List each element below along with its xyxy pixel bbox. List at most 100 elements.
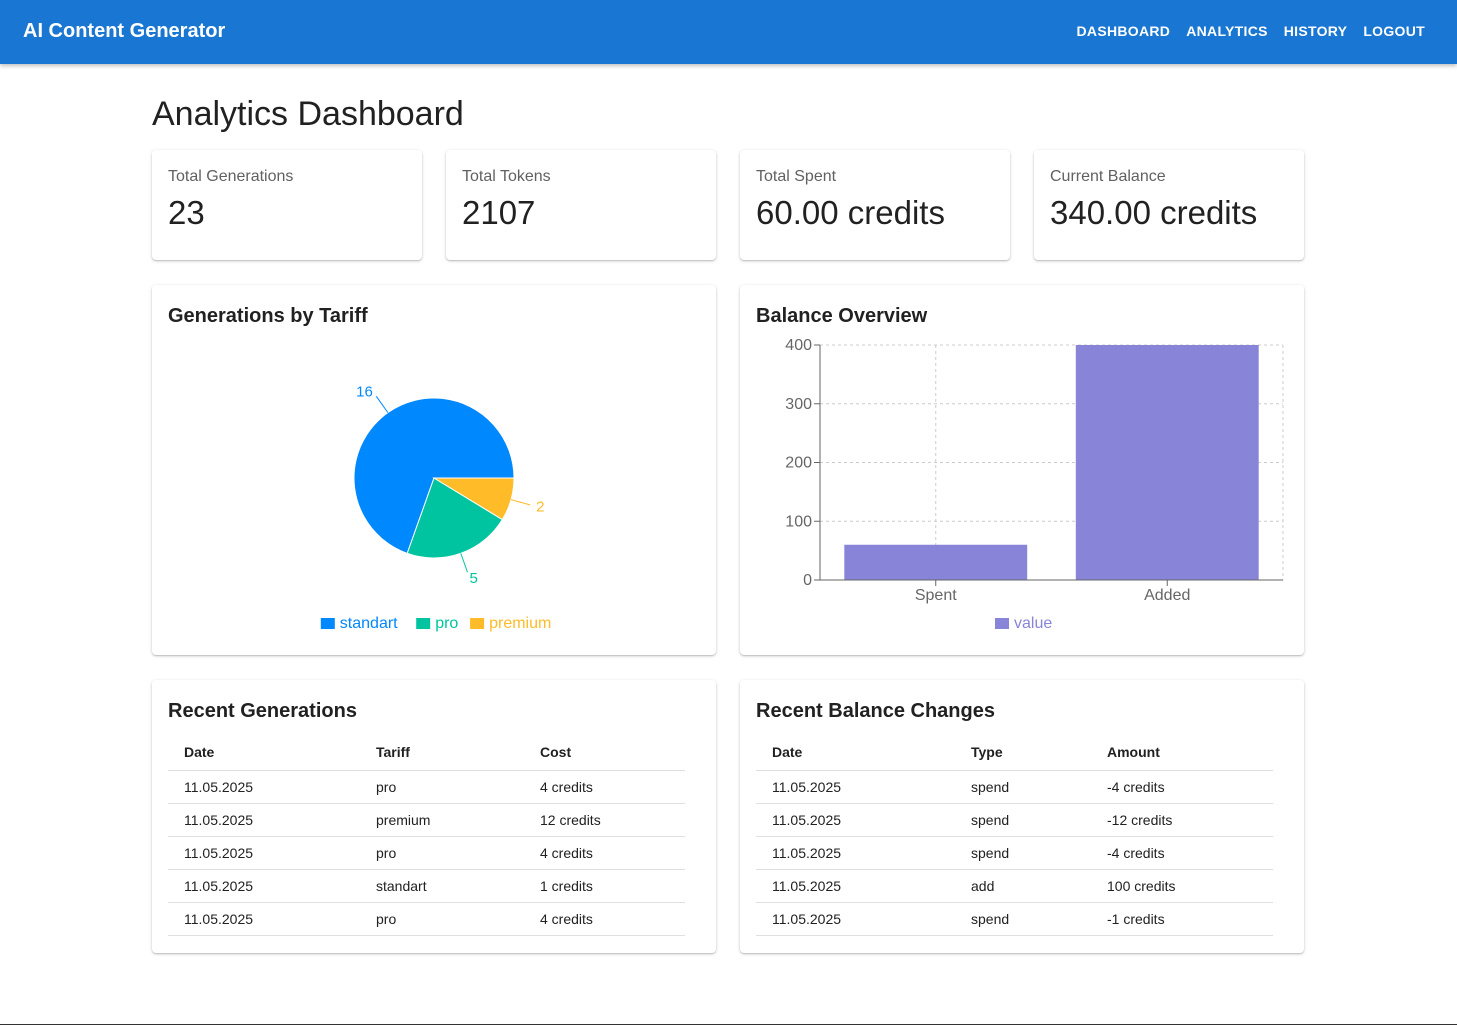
legend-swatch bbox=[470, 618, 485, 629]
cell-date: 11.05.2025 bbox=[756, 770, 955, 804]
cell-date: 11.05.2025 bbox=[168, 902, 360, 936]
column-header-date: Date bbox=[756, 734, 955, 771]
cell-date: 11.05.2025 bbox=[168, 803, 360, 837]
stat-label: Total Spent bbox=[756, 168, 837, 185]
card-title: Recent Balance Changes bbox=[756, 700, 995, 722]
table-row: 11.05.2025 premium 12 credits bbox=[168, 803, 685, 837]
bar-chart: 0 100 200 300 400 Spent Added value bbox=[785, 337, 1284, 632]
bar-spent bbox=[844, 544, 1028, 580]
cell-date: 11.05.2025 bbox=[756, 902, 955, 936]
y-tick-label: 100 bbox=[785, 513, 812, 530]
stat-card-total-generations: Total Generations 23 bbox=[152, 150, 422, 260]
cell-amount: -12 credits bbox=[1091, 803, 1273, 837]
cell-tariff: standart bbox=[360, 869, 524, 903]
card-title: Recent Generations bbox=[168, 700, 357, 722]
cell-cost: 4 credits bbox=[524, 836, 685, 870]
cell-amount: 100 credits bbox=[1091, 869, 1273, 903]
cell-date: 11.05.2025 bbox=[756, 836, 955, 870]
nav-dashboard[interactable]: DASHBOARD bbox=[1077, 23, 1171, 39]
stat-card-total-tokens: Total Tokens 2107 bbox=[446, 150, 716, 260]
pie-label-line bbox=[375, 396, 389, 413]
cell-type: spend bbox=[955, 770, 1091, 804]
cell-date: 11.05.2025 bbox=[756, 803, 955, 837]
app-title: AI Content Generator bbox=[23, 20, 226, 42]
y-tick-label: 300 bbox=[785, 396, 812, 413]
cell-type: spend bbox=[955, 836, 1091, 870]
nav-history[interactable]: HISTORY bbox=[1284, 23, 1348, 39]
stat-label: Total Generations bbox=[168, 168, 294, 185]
pie-value-label: 5 bbox=[469, 570, 477, 587]
nav-analytics[interactable]: ANALYTICS bbox=[1186, 23, 1268, 39]
y-tick-label: 400 bbox=[785, 337, 812, 354]
cell-cost: 12 credits bbox=[524, 803, 685, 837]
recent-balance-changes-card: Recent Balance Changes Date Type Amount … bbox=[740, 680, 1304, 953]
cell-tariff: pro bbox=[360, 902, 524, 936]
legend-swatch bbox=[416, 618, 431, 629]
pie-value-label: 2 bbox=[536, 499, 544, 516]
legend-label-standart: standart bbox=[340, 615, 398, 632]
cell-type: spend bbox=[955, 803, 1091, 837]
table-header-row: Date Tariff Cost bbox=[168, 734, 685, 771]
cell-tariff: pro bbox=[360, 770, 524, 804]
stat-value: 340.00 credits bbox=[1050, 194, 1258, 231]
cell-cost: 4 credits bbox=[524, 902, 685, 936]
stat-card-current-balance: Current Balance 340.00 credits bbox=[1034, 150, 1304, 260]
stat-label: Total Tokens bbox=[462, 168, 551, 185]
stat-label: Current Balance bbox=[1050, 168, 1166, 185]
table-row: 11.05.2025 pro 4 credits bbox=[168, 836, 685, 870]
column-header-type: Type bbox=[955, 734, 1091, 771]
column-header-tariff: Tariff bbox=[360, 734, 524, 771]
cell-cost: 1 credits bbox=[524, 869, 685, 903]
cell-amount: -4 credits bbox=[1091, 770, 1273, 804]
legend-swatch bbox=[995, 618, 1009, 629]
cell-type: add bbox=[955, 869, 1091, 903]
legend-label-value: value bbox=[1014, 615, 1052, 632]
page-title: Analytics Dashboard bbox=[152, 95, 464, 133]
table-row: 11.05.2025 standart 1 credits bbox=[168, 869, 685, 903]
pie-chart: 16 5 2 standart pro premium bbox=[320, 383, 551, 632]
table-row: 11.05.2025 spend -4 credits bbox=[756, 836, 1273, 870]
cell-date: 11.05.2025 bbox=[168, 836, 360, 870]
column-header-amount: Amount bbox=[1091, 734, 1273, 771]
balance-overview-card: Balance Overview 0 100 200 300 400 Spent Added… bbox=[740, 285, 1304, 655]
legend-label-premium: premium bbox=[489, 615, 551, 632]
cell-tariff: premium bbox=[360, 803, 524, 837]
table-row: 11.05.2025 pro 4 credits bbox=[168, 770, 685, 804]
table-row: 11.05.2025 spend -4 credits bbox=[756, 770, 1273, 804]
legend-label-pro: pro bbox=[435, 615, 458, 632]
cell-type: spend bbox=[955, 902, 1091, 936]
app-bar: AI Content Generator DASHBOARD ANALYTICS… bbox=[0, 0, 1457, 64]
nav-menu: DASHBOARD ANALYTICS HISTORY LOGOUT bbox=[1077, 23, 1425, 39]
table-row: 11.05.2025 spend -12 credits bbox=[756, 803, 1273, 837]
stat-value: 2107 bbox=[462, 194, 536, 231]
table-row: 11.05.2025 add 100 credits bbox=[756, 869, 1273, 903]
generations-by-tariff-card: Generations by Tariff 16 5 2 standart pro pre… bbox=[152, 285, 716, 655]
cell-amount: -1 credits bbox=[1091, 902, 1273, 936]
y-tick-label: 200 bbox=[785, 455, 812, 472]
recent-balance-table: Date Type Amount 11.05.2025 spend -4 cre… bbox=[756, 734, 1273, 936]
column-header-cost: Cost bbox=[524, 734, 685, 771]
nav-logout[interactable]: LOGOUT bbox=[1363, 23, 1425, 39]
cell-amount: -4 credits bbox=[1091, 836, 1273, 870]
legend-swatch bbox=[320, 618, 335, 629]
recent-generations-card: Recent Generations Date Tariff Cost 11.0… bbox=[152, 680, 716, 953]
stat-value: 60.00 credits bbox=[756, 194, 945, 231]
table-header-row: Date Type Amount bbox=[756, 734, 1273, 771]
table-row: 11.05.2025 pro 4 credits bbox=[168, 902, 685, 936]
cell-cost: 4 credits bbox=[524, 770, 685, 804]
y-tick-label: 0 bbox=[803, 572, 812, 589]
pie-value-label: 16 bbox=[356, 383, 373, 400]
cell-date: 11.05.2025 bbox=[168, 869, 360, 903]
cell-date: 11.05.2025 bbox=[756, 869, 955, 903]
stat-card-total-spent: Total Spent 60.00 credits bbox=[740, 150, 1010, 260]
bar-added bbox=[1075, 345, 1259, 580]
cell-date: 11.05.2025 bbox=[168, 770, 360, 804]
pie-label-line bbox=[460, 553, 468, 573]
table-row: 11.05.2025 spend -1 credits bbox=[756, 902, 1273, 936]
pie-label-line bbox=[510, 499, 531, 506]
recent-generations-table: Date Tariff Cost 11.05.2025 pro 4 credit… bbox=[168, 734, 685, 936]
stat-value: 23 bbox=[168, 194, 205, 231]
column-header-date: Date bbox=[168, 734, 360, 771]
x-tick-label-spent: Spent bbox=[915, 587, 957, 604]
x-tick-label-added: Added bbox=[1144, 587, 1190, 604]
